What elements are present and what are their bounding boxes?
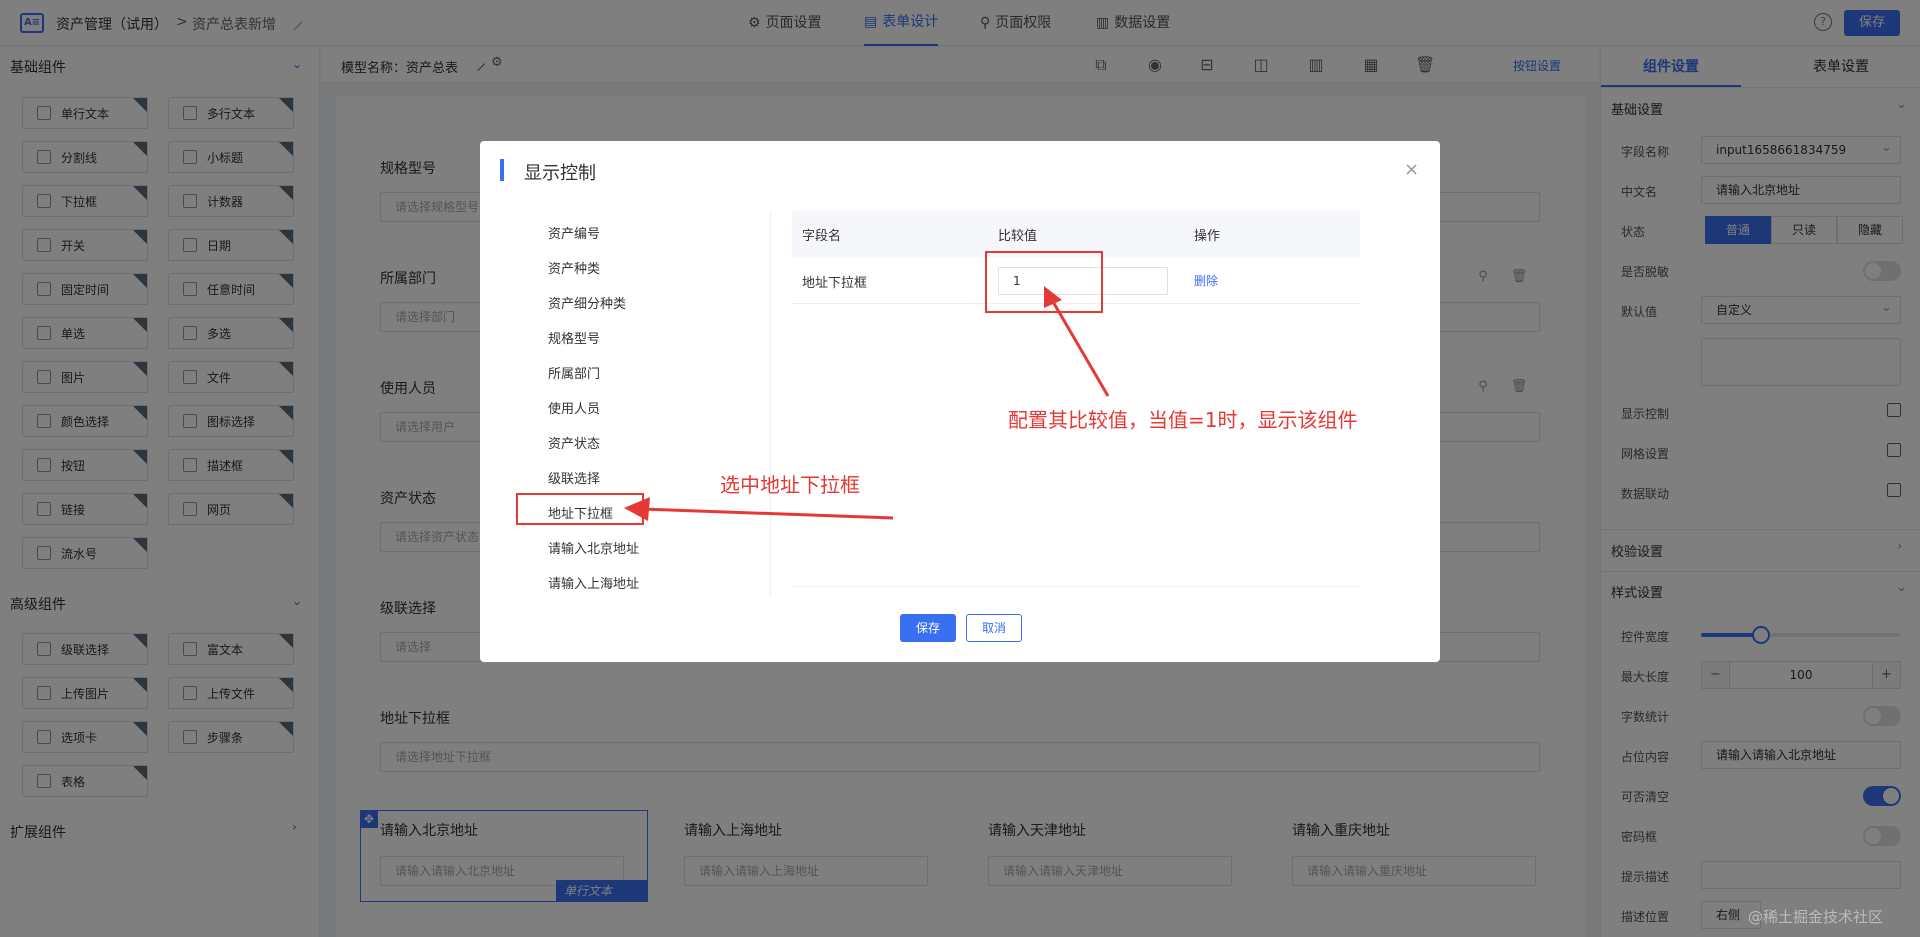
annotation-arrows (624, 286, 1110, 521)
annotation-select-note: 选中地址下拉框 (720, 473, 860, 497)
arrow-head-config (1044, 286, 1062, 308)
arrow-line-config (1050, 299, 1110, 397)
arrow-line-select (641, 507, 894, 520)
annotation-config-note: 配置其比较值，当值=1时，显示该组件 (1008, 408, 1358, 432)
watermark: @稀土掘金技术社区 (1748, 908, 1884, 926)
arrow-head-select (624, 497, 650, 521)
